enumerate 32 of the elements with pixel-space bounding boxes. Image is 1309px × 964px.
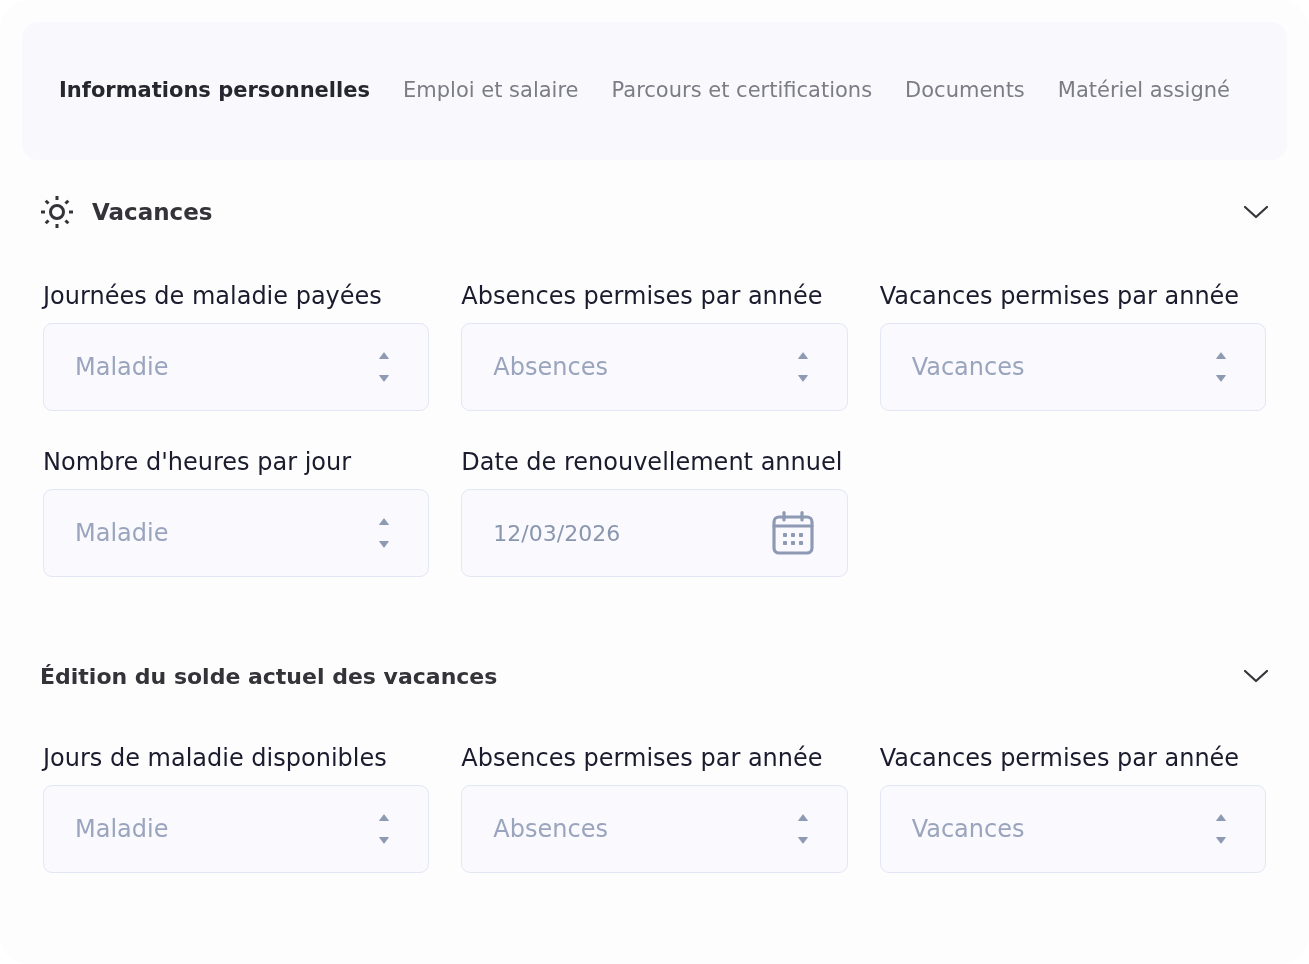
spinner-arrows-icon[interactable] [379,814,390,844]
field-label: Absences permises par année [461,281,824,311]
field-label: Nombre d'heures par jour [43,447,353,477]
calendar-icon[interactable] [771,511,814,555]
tab[interactable]: Emploi et salaire [403,75,579,107]
field-label: Date de renouvellement annuel [461,447,844,477]
number-input[interactable]: Maladie [43,323,430,411]
number-input[interactable]: Maladie [43,785,430,873]
number-input[interactable]: Absences [461,323,848,411]
tab[interactable]: Matériel assigné [1057,75,1230,107]
field-label: Vacances permises par année [879,281,1241,311]
number-input[interactable]: Vacances [879,323,1266,411]
tab[interactable]: Parcours et certifications [611,75,873,107]
number-input[interactable]: Maladie [43,489,430,577]
section-title: Édition du solde actuel des vacances [40,662,498,691]
number-input[interactable]: Vacances [879,785,1266,873]
date-input[interactable]: 12/03/2026 [461,489,848,577]
number-input[interactable]: Absences [461,785,848,873]
spinner-arrows-icon[interactable] [379,518,390,548]
spinner-arrows-icon[interactable] [797,814,808,844]
field-label: Jours de maladie disponibles [43,743,388,773]
sun-icon [40,195,74,229]
spinner-arrows-icon[interactable] [379,352,390,382]
spinner-arrows-icon[interactable] [1216,352,1226,382]
field-label: Absences permises par année [461,743,824,773]
tab[interactable]: Documents [905,75,1025,107]
field-label: Vacances permises par année [879,743,1241,773]
spinner-arrows-icon[interactable] [797,352,808,382]
spinner-arrows-icon[interactable] [1216,814,1226,844]
field-label: Journées de maladie payées [43,281,383,311]
tab[interactable]: Informations personnelles [59,75,370,107]
section-title: Vacances [92,197,213,227]
